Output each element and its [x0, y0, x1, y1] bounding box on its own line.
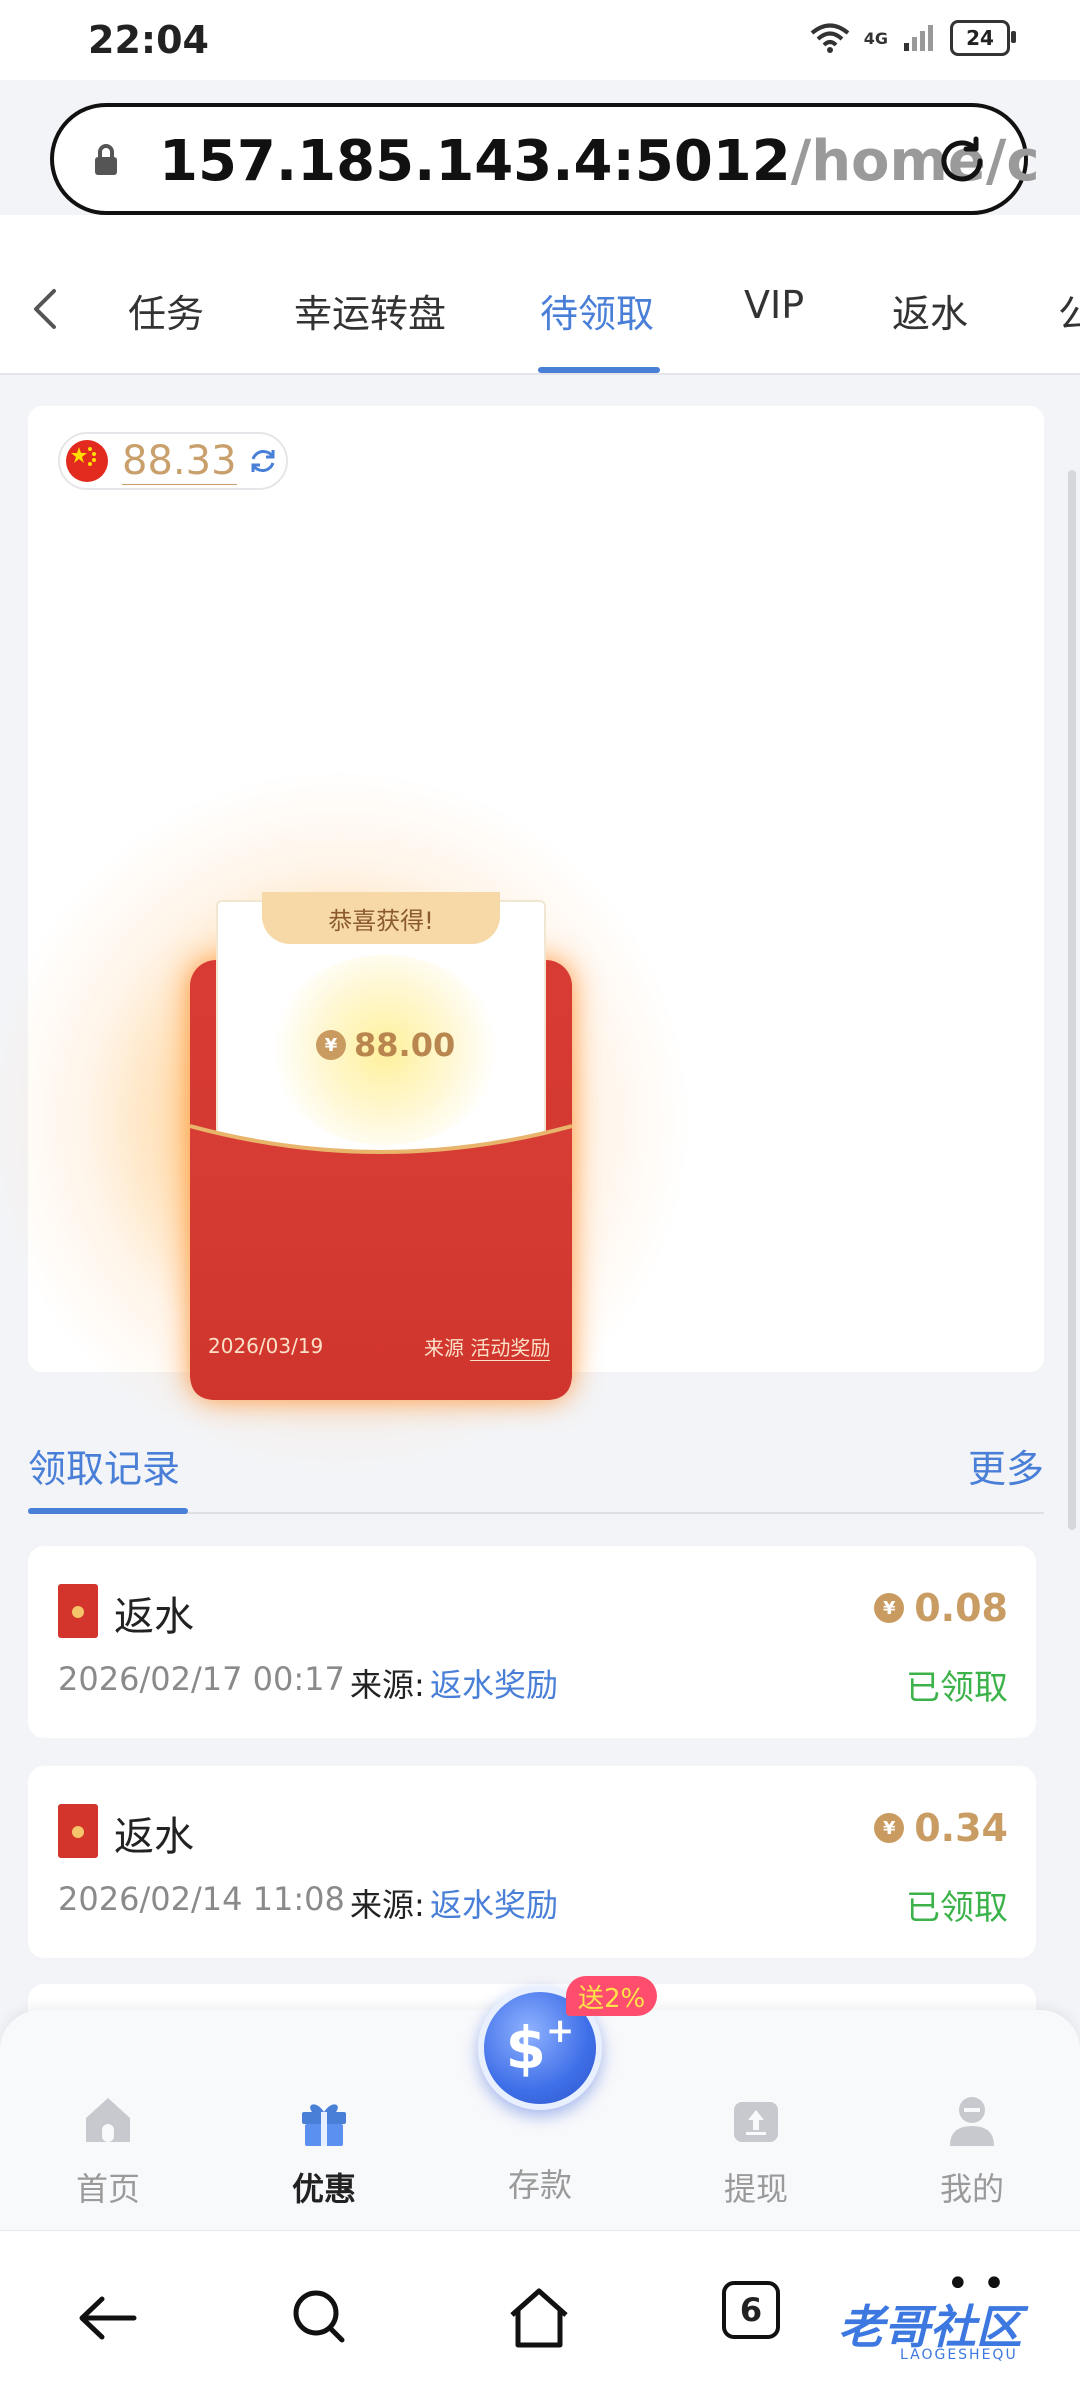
record-amount-value: 0.08: [914, 1586, 1008, 1630]
refresh-icon[interactable]: [247, 445, 279, 477]
nav-profile[interactable]: 我的: [902, 2090, 1042, 2210]
red-packet-icon: [58, 1584, 98, 1638]
record-status: 已领取: [906, 1888, 1008, 1928]
home-outline-icon[interactable]: [504, 2283, 574, 2353]
record-date: 2026/02/17 00:17: [58, 1660, 345, 1698]
records-more-link[interactable]: 更多: [968, 1438, 1044, 1493]
packet-source-label: 来源: [424, 1336, 464, 1360]
reload-icon[interactable]: [934, 133, 990, 189]
status-time: 22:04: [88, 18, 209, 62]
record-source-label: 来源:: [350, 1666, 425, 1704]
url-path: /home/c: [790, 129, 1040, 194]
yen-coin-icon: ¥: [316, 1030, 346, 1060]
records-title[interactable]: 领取记录: [28, 1438, 180, 1493]
signal-icon: [904, 25, 933, 51]
url-text[interactable]: 157.185.143.4:5012/home/c: [159, 129, 1040, 194]
withdraw-icon: [734, 2102, 778, 2142]
packet-source-value: 活动奖励: [470, 1336, 551, 1361]
record-amount: ¥ 0.08: [874, 1586, 1008, 1630]
record-amount: ¥ 0.34: [874, 1806, 1008, 1850]
gift-icon: [302, 2104, 346, 2146]
record-item[interactable]: 返水 ¥ 0.34 2026/02/14 11:08 来源: 返水奖励 已领取: [28, 1766, 1036, 1958]
record-date: 2026/02/14 11:08: [58, 1880, 345, 1918]
tab-lucky-wheel[interactable]: 幸运转盘: [294, 283, 446, 338]
tab-active-indicator: [538, 367, 660, 373]
record-name: 返水: [114, 1814, 194, 1860]
lock-icon: [95, 144, 117, 175]
nav-deposit-label: 存款: [507, 2166, 572, 2204]
scrollbar[interactable]: [1068, 470, 1076, 1530]
packet-source: 来源 活动奖励: [424, 1332, 551, 1361]
record-name: 返水: [114, 1594, 194, 1640]
status-bar: 22:04 4G 24: [0, 0, 1080, 80]
battery-icon: 24: [950, 20, 1016, 56]
nav-withdraw[interactable]: 提现: [686, 2090, 826, 2210]
community-watermark-sub: LAOGESHEQU: [900, 2347, 1018, 2363]
tab-tasks[interactable]: 任务: [128, 283, 204, 338]
search-icon[interactable]: [286, 2283, 356, 2353]
balance-amount: 88.33: [122, 437, 237, 485]
nav-home[interactable]: 首页: [38, 2090, 178, 2210]
record-source: 返水奖励: [430, 1886, 559, 1924]
china-flag-icon: [66, 440, 108, 482]
network-label: 4G: [863, 28, 888, 48]
records-tab-indicator: [28, 1508, 188, 1514]
nav-profile-label: 我的: [939, 2170, 1004, 2208]
record-source: 返水奖励: [430, 1666, 559, 1704]
balance-pill[interactable]: 88.33: [58, 432, 288, 490]
back-arrow-icon[interactable]: [72, 2283, 142, 2353]
tab-switcher-button[interactable]: 6: [722, 2281, 780, 2339]
tab-pending-claim[interactable]: 待领取: [540, 283, 654, 338]
status-icons: 4G 24: [810, 20, 1016, 56]
system-nav-bar: 6 • • 老哥社区 LAOGESHEQU: [0, 2230, 1080, 2401]
red-packet-icon: [58, 1804, 98, 1858]
wifi-icon: [810, 23, 850, 53]
nav-withdraw-label: 提现: [723, 2170, 788, 2208]
url-host: 157.185.143.4:5012: [159, 129, 791, 194]
record-amount-value: 0.34: [914, 1806, 1008, 1850]
home-icon: [86, 2098, 130, 2142]
packet-date: 2026/03/19: [208, 1334, 324, 1358]
url-bar[interactable]: 157.185.143.4:5012/home/c: [50, 103, 1040, 215]
tab-more[interactable]: 公: [1058, 283, 1080, 338]
nav-home-label: 首页: [75, 2170, 140, 2208]
tab-rebate[interactable]: 返水: [892, 283, 968, 338]
yen-coin-icon: ¥: [874, 1593, 905, 1623]
yen-coin-icon: ¥: [874, 1813, 905, 1843]
tab-vip[interactable]: VIP: [744, 283, 804, 327]
record-item[interactable]: 返水 ¥ 0.08 2026/02/17 00:17 来源: 返水奖励 已领取: [28, 1546, 1036, 1738]
prize-value: 88.00: [354, 1026, 456, 1064]
nav-promotions[interactable]: 优惠: [254, 2090, 394, 2210]
battery-level: 24: [966, 26, 994, 50]
nav-promotions-label: 优惠: [291, 2170, 356, 2208]
chevron-left-icon[interactable]: [30, 287, 60, 331]
bonus-badge: 送2%: [566, 1976, 658, 2016]
record-status: 已领取: [906, 1668, 1008, 1708]
category-tabs: 任务 幸运转盘 待领取 VIP 返水 公: [0, 215, 1080, 375]
congrats-label: 恭喜获得!: [262, 892, 500, 944]
record-source-label: 来源:: [350, 1886, 425, 1924]
profile-icon: [950, 2097, 994, 2146]
prize-amount: ¥ 88.00: [316, 1026, 455, 1064]
